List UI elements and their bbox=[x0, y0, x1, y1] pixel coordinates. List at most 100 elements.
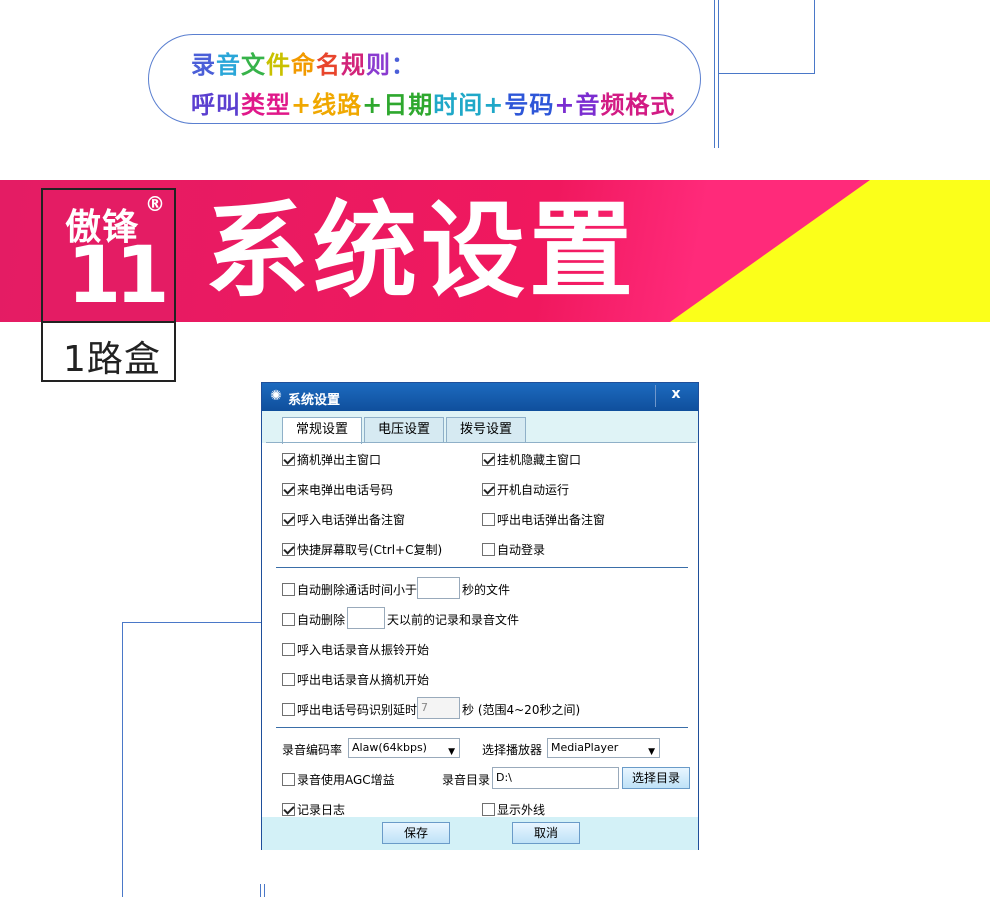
rule-title-char: 件 bbox=[266, 51, 291, 79]
tab-underline bbox=[266, 442, 696, 443]
option-label: 录音使用AGC增益 bbox=[297, 773, 395, 787]
player-select[interactable]: MediaPlayer ▼ bbox=[547, 738, 660, 758]
dialog-footer: 保存 取消 bbox=[262, 817, 698, 850]
option-delete-old[interactable]: 自动删除 bbox=[282, 611, 345, 627]
naming-rule-panel: 录音文件命名规则： 呼叫类型+线路+日期时间+号码+音频格式 bbox=[148, 34, 701, 124]
save-button[interactable]: 保存 bbox=[382, 822, 450, 844]
dropdown-arrow-icon: ▼ bbox=[648, 747, 655, 757]
deco-line-top-v3 bbox=[814, 0, 815, 74]
option-auto-login[interactable]: 自动登录 bbox=[482, 541, 545, 557]
option-label: 呼入电话弹出备注窗 bbox=[297, 513, 406, 527]
checkbox[interactable] bbox=[282, 453, 295, 466]
record-dir-input[interactable]: D:\ bbox=[492, 767, 619, 789]
encoding-select[interactable]: Alaw(64kbps) ▼ bbox=[348, 738, 460, 758]
rule-body-segment: + bbox=[291, 91, 313, 119]
deco-line-bottom-v1 bbox=[260, 884, 261, 897]
rule-title-char: 文 bbox=[241, 51, 266, 79]
checkbox[interactable] bbox=[282, 583, 295, 596]
logo-top: 傲锋 ® 11 bbox=[43, 190, 174, 323]
cancel-button[interactable]: 取消 bbox=[512, 822, 580, 844]
deco-line-top-h bbox=[718, 73, 815, 74]
tab-voltage[interactable]: 电压设置 bbox=[364, 417, 444, 443]
deco-line-bottom-v2 bbox=[264, 884, 265, 897]
option-log[interactable]: 记录日志 bbox=[282, 801, 345, 817]
tab-strip: 常规设置 电压设置 拨号设置 bbox=[262, 411, 698, 444]
rule-body-segment: 号码 bbox=[504, 91, 555, 119]
option-incoming-note[interactable]: 呼入电话弹出备注窗 bbox=[282, 511, 405, 527]
section-divider bbox=[276, 567, 688, 568]
option-label: 摘机弹出主窗口 bbox=[297, 453, 382, 467]
checkbox[interactable] bbox=[282, 513, 295, 526]
checkbox[interactable] bbox=[482, 513, 495, 526]
logo-subtitle: 1路盒 bbox=[63, 339, 161, 380]
option-offhook-popup[interactable]: 摘机弹出主窗口 bbox=[282, 451, 381, 467]
encoding-value: Alaw(64kbps) bbox=[352, 741, 427, 754]
option-detect-delay[interactable]: 呼出电话号码识别延时 bbox=[282, 701, 417, 717]
deco-line-top-v1 bbox=[714, 0, 715, 148]
encoding-label: 录音编码率 bbox=[282, 743, 343, 757]
banner-title: 系统设置 bbox=[205, 190, 638, 312]
rule-body-segment: + bbox=[362, 91, 384, 119]
min-seconds-input[interactable] bbox=[417, 577, 460, 599]
rule-title-char: ： bbox=[391, 51, 416, 79]
option-record-from-ring[interactable]: 呼入电话录音从振铃开始 bbox=[282, 641, 429, 657]
rule-title-char: 名 bbox=[316, 51, 341, 79]
option-label: 呼出电话录音从摘机开始 bbox=[297, 673, 430, 687]
registered-mark: ® bbox=[145, 192, 165, 216]
naming-rule-body: 呼叫类型+线路+日期时间+号码+音频格式 bbox=[191, 85, 675, 120]
days-input[interactable] bbox=[347, 607, 385, 629]
app-icon: ✺ bbox=[270, 388, 282, 404]
rule-body-segment: + bbox=[554, 91, 576, 119]
deco-line-left-v bbox=[122, 622, 123, 897]
checkbox[interactable] bbox=[282, 703, 295, 716]
logo-number: 11 bbox=[67, 231, 170, 321]
checkbox[interactable] bbox=[282, 483, 295, 496]
option-label: 记录日志 bbox=[297, 803, 346, 817]
checkbox[interactable] bbox=[282, 773, 295, 786]
dialog-title: 系统设置 bbox=[288, 393, 341, 408]
option-screen-grab[interactable]: 快捷屏幕取号(Ctrl+C复制) bbox=[282, 541, 442, 557]
option-label: 呼入电话录音从振铃开始 bbox=[297, 643, 430, 657]
option-agc[interactable]: 录音使用AGC增益 bbox=[282, 771, 395, 787]
checkbox[interactable] bbox=[482, 483, 495, 496]
record-dir-label: 录音目录 bbox=[442, 773, 491, 787]
option-autostart[interactable]: 开机自动运行 bbox=[482, 481, 569, 497]
option-outgoing-note[interactable]: 呼出电话弹出备注窗 bbox=[482, 511, 605, 527]
option-onhook-hide[interactable]: 挂机隐藏主窗口 bbox=[482, 451, 581, 467]
choose-dir-button[interactable]: 选择目录 bbox=[622, 767, 690, 789]
checkbox[interactable] bbox=[482, 803, 495, 816]
option-record-from-offhook[interactable]: 呼出电话录音从摘机开始 bbox=[282, 671, 429, 687]
checkbox[interactable] bbox=[282, 643, 295, 656]
delay-seconds-suffix: 秒 (范围4~20秒之间) bbox=[462, 703, 581, 717]
option-label: 快捷屏幕取号(Ctrl+C复制) bbox=[297, 543, 443, 557]
rule-body-segment: 音 bbox=[575, 91, 601, 119]
brand-logo: 傲锋 ® 11 1路盒 bbox=[41, 188, 176, 382]
option-show-line[interactable]: 显示外线 bbox=[482, 801, 545, 817]
rule-title-char: 音 bbox=[216, 51, 241, 79]
deco-line-left-h bbox=[122, 622, 262, 623]
dialog-titlebar[interactable]: ✺ 系统设置 x bbox=[262, 383, 698, 411]
rule-title-char: 则 bbox=[366, 51, 391, 79]
option-incoming-number[interactable]: 来电弹出电话号码 bbox=[282, 481, 393, 497]
deco-line-top-v2 bbox=[718, 0, 719, 148]
close-button[interactable]: x bbox=[666, 385, 686, 403]
option-label: 自动删除通话时间小于 bbox=[297, 583, 418, 597]
option-delete-short[interactable]: 自动删除通话时间小于 bbox=[282, 581, 417, 597]
min-seconds-suffix: 秒的文件 bbox=[462, 583, 511, 597]
section-divider bbox=[276, 727, 688, 728]
tab-dialing[interactable]: 拨号设置 bbox=[446, 417, 526, 443]
rule-body-segment: + bbox=[483, 91, 505, 119]
checkbox[interactable] bbox=[282, 803, 295, 816]
player-value: MediaPlayer bbox=[551, 741, 619, 754]
option-label: 显示外线 bbox=[497, 803, 546, 817]
checkbox[interactable] bbox=[482, 453, 495, 466]
checkbox[interactable] bbox=[282, 613, 295, 626]
checkbox[interactable] bbox=[482, 543, 495, 556]
rule-body-segment: 日期 bbox=[383, 91, 434, 119]
rule-body-segment: 呼叫 bbox=[191, 91, 241, 119]
tab-general[interactable]: 常规设置 bbox=[282, 417, 362, 444]
option-label: 来电弹出电话号码 bbox=[297, 483, 394, 497]
checkbox[interactable] bbox=[282, 673, 295, 686]
delay-seconds-input[interactable]: 7 bbox=[417, 697, 460, 719]
checkbox[interactable] bbox=[282, 543, 295, 556]
